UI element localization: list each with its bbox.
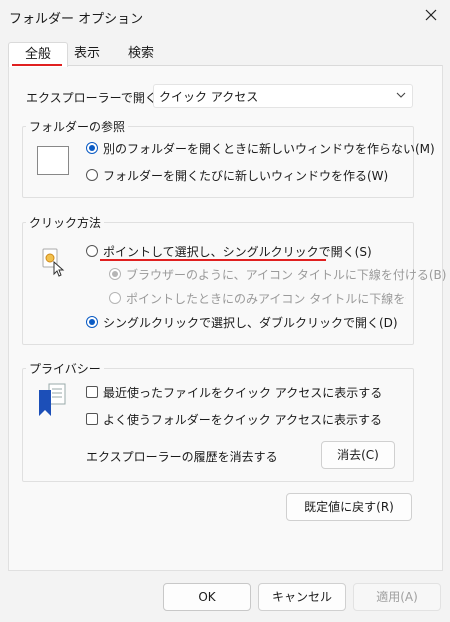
tab-label: 全般 (24, 47, 51, 62)
checkbox-frequent-folders[interactable] (86, 413, 98, 425)
tab-label: 表示 (73, 46, 100, 61)
radio-double-click[interactable] (86, 316, 98, 328)
close-icon (425, 9, 437, 21)
click-cursor-icon (40, 246, 66, 278)
window-title: フォルダー オプション (9, 12, 144, 27)
cancel-button-label: キャンセル (271, 590, 332, 604)
radio-same-window-label[interactable]: 別のフォルダーを開くときに新しいウィンドウを作らない(M) (103, 140, 435, 157)
folder-window-icon (37, 146, 69, 175)
ok-button-label: OK (198, 590, 216, 604)
radio-underline-browser[interactable] (109, 268, 121, 280)
radio-same-window[interactable] (86, 142, 98, 154)
apply-button-label: 適用(A) (376, 590, 418, 604)
cancel-button[interactable]: キャンセル (258, 583, 346, 611)
tab-label: 検索 (127, 46, 154, 61)
radio-underline-browser-label[interactable]: ブラウザーのように、アイコン タイトルに下線を付ける(B) (126, 266, 446, 283)
explorer-open-value: クイック アクセス (159, 90, 259, 104)
restore-defaults-label: 既定値に戻す(R) (304, 500, 394, 514)
clear-history-label: エクスプローラーの履歴を消去する (86, 450, 278, 464)
privacy-legend: プライバシー (26, 360, 104, 377)
tab-search[interactable]: 検索 (119, 42, 163, 66)
checkbox-frequent-folders-label[interactable]: よく使うフォルダーをクイック アクセスに表示する (103, 411, 382, 428)
chevron-down-icon (396, 92, 406, 98)
click-method-legend: クリック方法 (26, 214, 105, 231)
radio-new-window-label[interactable]: フォルダーを開くたびに新しいウィンドウを作る(W) (103, 167, 388, 184)
clear-history-button[interactable]: 消去(C) (321, 441, 395, 469)
active-tab-highlight (12, 64, 62, 66)
ok-button[interactable]: OK (163, 583, 251, 611)
clear-history-button-label: 消去(C) (337, 448, 379, 462)
radio-underline-hover[interactable] (109, 292, 121, 304)
browse-folders-group (22, 126, 414, 198)
radio-double-click-label[interactable]: シングルクリックで選択し、ダブルクリックで開く(D) (103, 314, 398, 331)
explorer-open-select[interactable]: クイック アクセス (153, 84, 413, 108)
checkbox-recent-files[interactable] (86, 386, 98, 398)
radio-underline-hover-label[interactable]: ポイントしたときにのみアイコン タイトルに下線を付ける( (126, 290, 406, 307)
radio-single-click-label[interactable]: ポイントして選択し、シングルクリックで開く(S) (103, 243, 372, 260)
restore-defaults-button[interactable]: 既定値に戻す(R) (286, 493, 412, 521)
browse-folders-legend: フォルダーの参照 (26, 118, 129, 135)
highlight-underline (100, 259, 326, 261)
explorer-open-label: エクスプローラーで開く: (26, 91, 161, 105)
checkbox-recent-files-label[interactable]: 最近使ったファイルをクイック アクセスに表示する (103, 384, 382, 401)
close-button[interactable] (420, 4, 442, 26)
radio-single-click[interactable] (86, 245, 98, 257)
tab-view[interactable]: 表示 (67, 42, 107, 66)
apply-button[interactable]: 適用(A) (353, 583, 441, 611)
privacy-icon (37, 382, 69, 418)
radio-new-window[interactable] (86, 169, 98, 181)
